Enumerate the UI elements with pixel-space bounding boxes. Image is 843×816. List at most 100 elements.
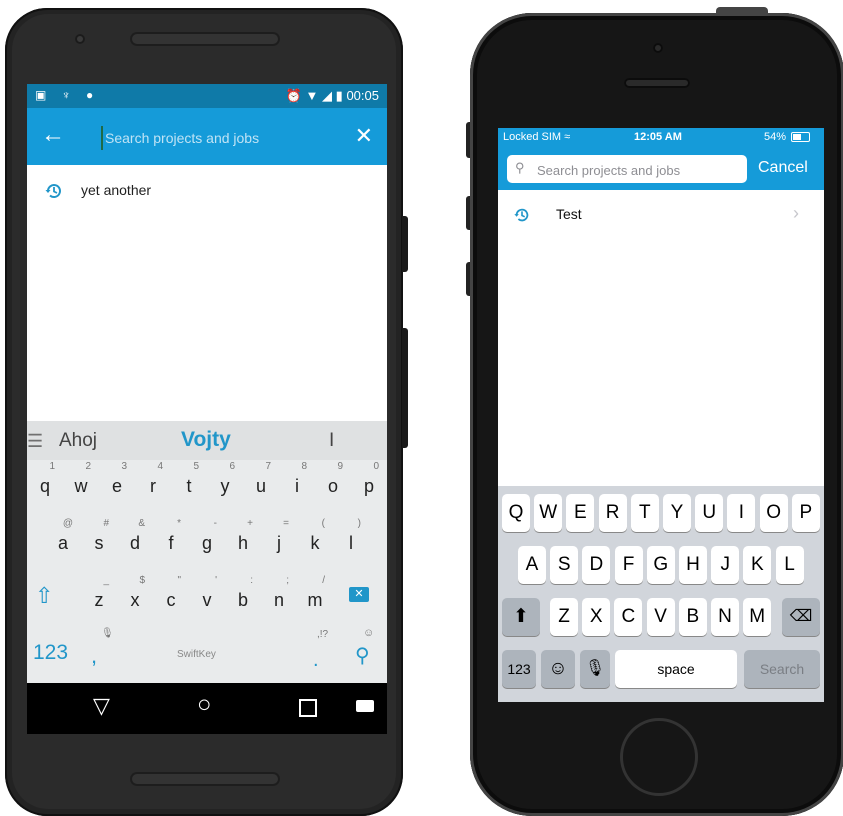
key-g[interactable]: -g bbox=[189, 516, 225, 564]
key-p[interactable]: P bbox=[791, 494, 820, 532]
key-d[interactable]: D bbox=[582, 546, 611, 584]
key-b[interactable]: B bbox=[678, 598, 707, 636]
key-f[interactable]: F bbox=[614, 546, 643, 584]
key-v[interactable]: ' v bbox=[189, 573, 225, 621]
search-input[interactable] bbox=[101, 126, 337, 150]
keyboard-switch-icon[interactable] bbox=[356, 700, 374, 712]
key-label: a bbox=[57, 533, 68, 553]
battery-icon bbox=[791, 132, 810, 142]
period-key[interactable]: . bbox=[313, 649, 319, 672]
key-l[interactable]: ) l bbox=[333, 516, 369, 564]
menu-icon[interactable]: ☰ bbox=[27, 431, 43, 452]
backspace-key[interactable]: ⌫ bbox=[782, 598, 820, 636]
numbers-key[interactable]: 123 bbox=[33, 641, 68, 665]
key-hint: 7 bbox=[265, 461, 271, 472]
key-hint: ( bbox=[321, 518, 325, 529]
key-n[interactable]: N bbox=[711, 598, 739, 636]
key-k[interactable]: K bbox=[743, 546, 772, 584]
key-t[interactable]: 5t bbox=[171, 459, 207, 507]
numbers-key[interactable]: 123 bbox=[502, 650, 536, 688]
key-hint: / bbox=[322, 575, 325, 586]
key-m[interactable]: / m bbox=[297, 573, 333, 621]
key-z[interactable]: Z bbox=[550, 598, 578, 636]
emoji-key[interactable]: ☺ bbox=[541, 650, 575, 688]
prediction-left[interactable]: Ahoj bbox=[59, 430, 97, 452]
search-input[interactable] bbox=[535, 160, 739, 180]
cancel-button[interactable]: Cancel bbox=[758, 159, 808, 177]
close-icon[interactable]: ✕ bbox=[355, 121, 373, 151]
key-j[interactable]: = j bbox=[261, 516, 297, 564]
shift-key[interactable]: ⬆ bbox=[502, 598, 540, 636]
key-hint: " bbox=[177, 575, 181, 586]
key-t[interactable]: T bbox=[630, 494, 659, 532]
history-list-item[interactable]: yet another bbox=[27, 172, 387, 212]
key-e[interactable]: E bbox=[566, 494, 595, 532]
android-nav-bar: ▽ ○ bbox=[27, 683, 387, 734]
key-i[interactable]: I bbox=[727, 494, 756, 532]
key-h[interactable]: H bbox=[679, 546, 707, 584]
key-v[interactable]: V bbox=[646, 598, 675, 636]
key-k[interactable]: (k bbox=[297, 516, 333, 564]
key-w[interactable]: 2w bbox=[63, 459, 99, 507]
shift-key[interactable]: ⇧ bbox=[35, 583, 53, 609]
search-key-icon[interactable]: ⚲ bbox=[355, 643, 370, 668]
key-b[interactable]: :b bbox=[225, 573, 261, 621]
space-key[interactable]: space bbox=[615, 650, 737, 688]
backspace-key[interactable]: ✕ bbox=[349, 587, 369, 602]
search-key[interactable]: Search bbox=[744, 650, 820, 688]
nav-home-icon[interactable]: ○ bbox=[197, 691, 212, 719]
key-m[interactable]: M bbox=[743, 598, 772, 636]
key-o[interactable]: O bbox=[759, 494, 788, 532]
key-o[interactable]: 9o bbox=[315, 459, 351, 507]
key-g[interactable]: G bbox=[646, 546, 675, 584]
key-d[interactable]: & d bbox=[117, 516, 153, 564]
comma-key[interactable]: , bbox=[91, 643, 97, 669]
key-f[interactable]: * f bbox=[153, 516, 189, 564]
key-u[interactable]: U bbox=[695, 494, 724, 532]
key-h[interactable]: + h bbox=[225, 516, 261, 564]
nav-recents-icon[interactable] bbox=[299, 699, 317, 717]
key-l[interactable]: L bbox=[775, 546, 804, 584]
key-i[interactable]: 8i bbox=[279, 459, 315, 507]
prediction-right[interactable]: I bbox=[329, 430, 334, 452]
key-c[interactable]: C bbox=[614, 598, 643, 636]
front-camera-icon bbox=[75, 34, 85, 44]
key-c[interactable]: " c bbox=[153, 573, 189, 621]
swiftkey-logo: SwiftKey bbox=[177, 649, 216, 660]
nav-back-icon[interactable]: ▽ bbox=[93, 693, 110, 719]
key-q[interactable]: 1q bbox=[27, 459, 63, 507]
key-a[interactable]: A bbox=[518, 546, 546, 584]
key-x[interactable]: $ x bbox=[117, 573, 153, 621]
history-item-label: yet another bbox=[81, 182, 152, 198]
top-speaker-grille bbox=[130, 32, 280, 46]
key-u[interactable]: 7u bbox=[243, 459, 279, 507]
key-y[interactable]: Y bbox=[663, 494, 691, 532]
key-p[interactable]: 0p bbox=[351, 459, 387, 507]
key-n[interactable]: ; n bbox=[261, 573, 297, 621]
key-s[interactable]: # s bbox=[81, 516, 117, 564]
back-arrow-icon[interactable]: ← bbox=[41, 120, 65, 150]
key-a[interactable]: @ a bbox=[45, 516, 81, 564]
history-list-item[interactable]: Test › bbox=[498, 198, 824, 234]
key-j[interactable]: J bbox=[711, 546, 740, 584]
key-hint: & bbox=[138, 518, 145, 529]
prediction-center[interactable]: Vojty bbox=[181, 428, 231, 452]
volume-button bbox=[402, 328, 408, 448]
key-label: q bbox=[39, 476, 50, 496]
key-y[interactable]: 6y bbox=[207, 459, 243, 507]
key-e[interactable]: 3e bbox=[99, 459, 135, 507]
alarm-icon: ⏰ bbox=[285, 88, 302, 103]
key-z[interactable]: _ z bbox=[81, 573, 117, 621]
key-x[interactable]: X bbox=[582, 598, 611, 636]
key-label: s bbox=[94, 533, 104, 553]
battery-percent: 54% bbox=[764, 131, 787, 143]
key-w[interactable]: W bbox=[534, 494, 563, 532]
key-q[interactable]: Q bbox=[502, 494, 530, 532]
key-r[interactable]: R bbox=[598, 494, 627, 532]
ios-keyboard: QWERTYUIOP ASDFGHJKL ZXCVBNM ⬆ ⌫ 123 ☺ 🎙 s… bbox=[498, 486, 824, 702]
key-s[interactable]: S bbox=[550, 546, 579, 584]
mic-icon: 🎙 bbox=[101, 628, 114, 639]
key-r[interactable]: 4r bbox=[135, 459, 171, 507]
mic-key[interactable]: 🎙 bbox=[580, 650, 610, 688]
search-field[interactable]: ⚲ bbox=[507, 155, 747, 183]
